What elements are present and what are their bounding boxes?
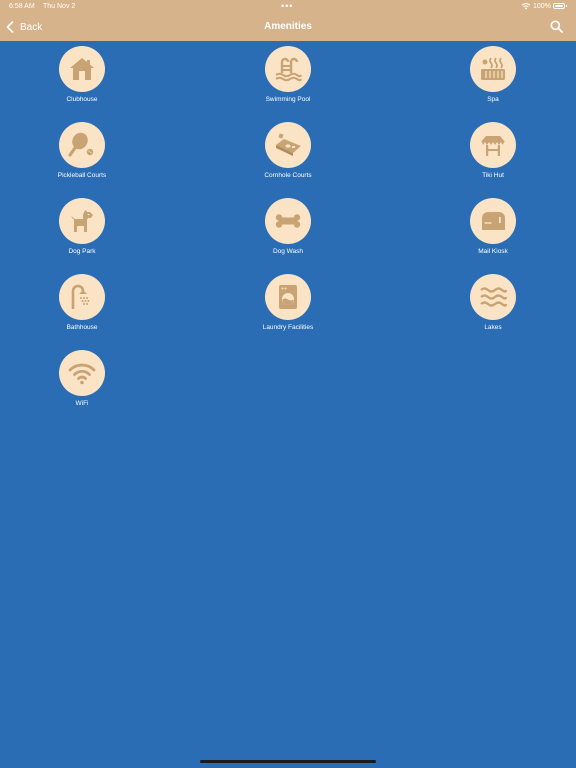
pool-icon — [275, 57, 302, 82]
amenity-label: Dog Wash — [272, 248, 304, 255]
amenity-tile-mail-kiosk[interactable]: Mail Kiosk — [443, 198, 543, 268]
bone-icon — [275, 214, 301, 228]
status-time: 6:58 AM — [9, 3, 35, 10]
amenity-tile-dog-park[interactable]: Dog Park — [32, 198, 132, 268]
navigation-bar: Back Amenities — [0, 13, 576, 41]
icon-circle — [470, 46, 516, 92]
amenity-label: Clubhouse — [66, 96, 98, 103]
dog-icon — [71, 210, 93, 232]
amenity-tile-spa[interactable]: Spa — [443, 46, 543, 116]
amenity-label: Bathhouse — [66, 324, 98, 331]
amenity-label: Laundry Facilities — [262, 324, 314, 331]
amenity-tile-lakes[interactable]: Lakes — [443, 274, 543, 344]
page-title: Amenities — [264, 21, 312, 32]
icon-circle — [470, 274, 516, 320]
status-bar: 6:58 AM Thu Nov 2 ••• 100% — [0, 0, 576, 13]
house-icon — [70, 58, 94, 80]
icon-circle — [59, 122, 105, 168]
icon-circle — [265, 274, 311, 320]
amenity-label: WiFi — [75, 400, 89, 407]
cornhole-icon — [276, 133, 301, 156]
battery-percent: 100% — [533, 3, 551, 10]
amenity-label: Mail Kiosk — [478, 248, 508, 255]
amenity-label: Spa — [487, 96, 499, 103]
amenity-tile-laundry-facilities[interactable]: Laundry Facilities — [238, 274, 338, 344]
mailbox-icon — [482, 212, 505, 230]
hot-tub-icon — [481, 57, 505, 80]
home-indicator[interactable] — [200, 760, 376, 763]
icon-circle — [470, 122, 516, 168]
shower-icon — [71, 284, 90, 309]
amenity-label: Dog Park — [68, 248, 96, 255]
amenity-tile-bathhouse[interactable]: Bathhouse — [32, 274, 132, 344]
amenity-tile-wifi[interactable]: WiFi — [32, 350, 132, 420]
amenity-label: Pickleball Courts — [57, 172, 107, 179]
hut-icon — [481, 136, 505, 156]
paddle-icon — [68, 132, 94, 157]
icon-circle — [470, 198, 516, 244]
wifi-icon — [68, 363, 96, 385]
icon-circle — [59, 198, 105, 244]
amenity-tile-swimming-pool[interactable]: Swimming Pool — [238, 46, 338, 116]
icon-circle — [59, 350, 105, 396]
battery-icon — [553, 3, 567, 9]
icon-circle — [265, 122, 311, 168]
amenity-tile-tiki-hut[interactable]: Tiki Hut — [443, 122, 543, 192]
amenity-tile-pickleball-courts[interactable]: Pickleball Courts — [32, 122, 132, 192]
icon-circle — [59, 46, 105, 92]
icon-circle — [265, 46, 311, 92]
washer-icon — [279, 285, 297, 309]
amenity-label: Cornhole Courts — [264, 172, 312, 179]
wifi-status-icon — [521, 3, 531, 10]
amenity-tile-cornhole-courts[interactable]: Cornhole Courts — [238, 122, 338, 192]
waves-icon — [480, 287, 508, 307]
icon-circle — [59, 274, 105, 320]
amenity-label: Swimming Pool — [265, 96, 311, 103]
status-date: Thu Nov 2 — [43, 3, 76, 10]
amenity-tile-clubhouse[interactable]: Clubhouse — [32, 46, 132, 116]
amenity-label: Tiki Hut — [482, 172, 504, 179]
icon-circle — [265, 198, 311, 244]
multitask-dots-icon[interactable]: ••• — [281, 1, 293, 11]
amenity-label: Lakes — [484, 324, 502, 331]
search-icon[interactable] — [550, 20, 563, 33]
header-bar: 6:58 AM Thu Nov 2 ••• 100% Back Amenitie… — [0, 0, 576, 41]
amenity-tile-dog-wash[interactable]: Dog Wash — [238, 198, 338, 268]
